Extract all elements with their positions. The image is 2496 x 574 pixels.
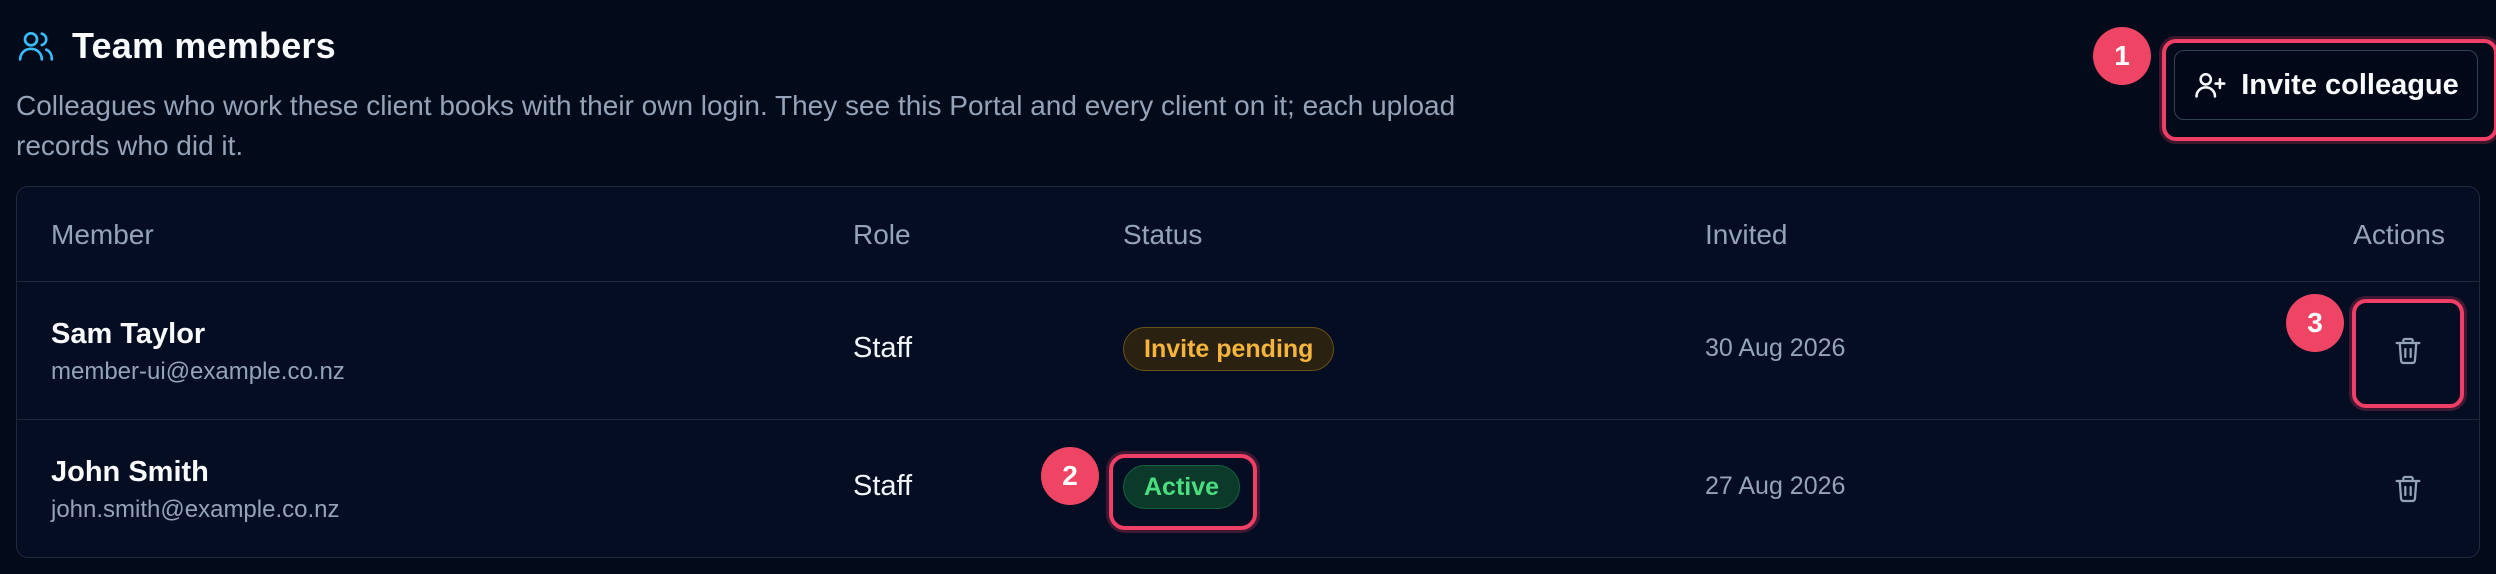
annotation-marker-2: 2 — [1041, 447, 1099, 505]
column-header-actions: Actions — [2353, 219, 2445, 250]
member-email: member-ui@example.co.nz — [51, 358, 345, 385]
table-row: John Smith john.smith@example.co.nz Staf… — [17, 420, 2479, 557]
column-header-status: Status — [1123, 219, 1203, 250]
trash-icon — [2395, 337, 2421, 365]
title-row: Team members — [16, 18, 1576, 74]
trash-icon — [2395, 475, 2421, 503]
column-header-role: Role — [853, 219, 911, 250]
remove-member-button[interactable] — [2368, 311, 2448, 391]
invited-date: 30 Aug 2026 — [1705, 334, 1846, 362]
member-role: Staff — [853, 470, 913, 502]
member-name: Sam Taylor — [51, 318, 206, 350]
team-members-table: Member Role Status Invited Actions Sam T… — [16, 186, 2480, 558]
invite-colleague-label: Invite colleague — [2241, 68, 2459, 101]
status-badge: Active — [1123, 465, 1241, 509]
table-row: Sam Taylor member-ui@example.co.nz Staff… — [17, 282, 2479, 420]
annotation-marker-3: 3 — [2286, 294, 2344, 352]
users-icon — [16, 26, 56, 66]
remove-member-button[interactable] — [2368, 449, 2448, 529]
column-header-invited: Invited — [1705, 219, 1788, 250]
table-header: Member Role Status Invited Actions — [17, 187, 2479, 282]
member-name: John Smith — [51, 456, 209, 488]
member-email: john.smith@example.co.nz — [51, 496, 340, 523]
status-badge: Invite pending — [1123, 327, 1335, 371]
invited-date: 27 Aug 2026 — [1705, 472, 1846, 500]
user-plus-icon — [2195, 72, 2226, 98]
invite-colleague-button[interactable]: Invite colleague — [2174, 50, 2478, 120]
column-header-member: Member — [51, 219, 154, 250]
annotation-marker-1: 1 — [2093, 27, 2151, 85]
page-description: Colleagues who work these client books w… — [16, 90, 1456, 161]
page-title: Team members — [72, 25, 336, 66]
member-role: Staff — [853, 332, 913, 364]
page-header: Team members Colleagues who work these c… — [16, 18, 1576, 166]
